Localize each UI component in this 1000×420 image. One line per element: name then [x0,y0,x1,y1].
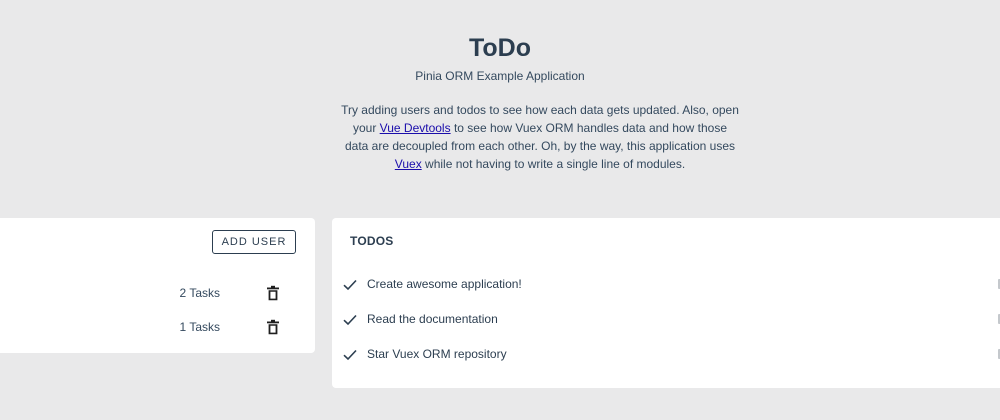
check-icon[interactable] [343,278,357,291]
user-task-count: 1 Tasks [179,320,220,334]
vue-devtools-link[interactable]: Vue Devtools [380,121,451,135]
page-title: ToDo [468,34,531,62]
user-row: 2 Tasks [0,282,315,304]
vuex-link[interactable]: Vuex [395,157,422,171]
trash-icon[interactable] [266,319,280,335]
todo-title: Read the documentation [367,312,498,326]
todo-item[interactable]: Create awesome application! [332,272,1000,296]
todos-card: TODOS Create awesome application! Read t… [332,218,1000,388]
todo-title: Create awesome application! [367,277,522,291]
user-row: 1 Tasks [0,316,315,338]
page-description: Try adding users and todos to see how ea… [340,101,740,173]
todo-item[interactable]: Read the documentation [332,307,1000,331]
users-card: ADD USER 2 Tasks 1 Tasks [0,218,315,353]
todo-title: Star Vuex ORM repository [367,347,507,361]
todos-heading: TODOS [350,234,394,248]
page-subtitle: Pinia ORM Example Application [415,69,585,83]
trash-icon[interactable] [266,285,280,301]
user-task-count: 2 Tasks [179,286,220,300]
check-icon[interactable] [343,313,357,326]
description-text: while not having to write a single line … [421,157,686,171]
add-user-button[interactable]: ADD USER [212,230,296,254]
todo-item[interactable]: Star Vuex ORM repository [332,342,1000,366]
check-icon[interactable] [343,348,357,361]
